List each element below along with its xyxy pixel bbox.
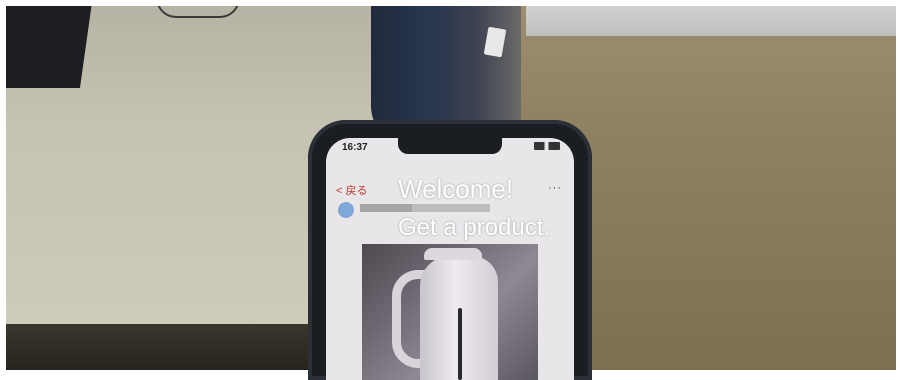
phone-notch [398, 138, 502, 154]
welcome-text: Welcome! [398, 174, 514, 204]
product-photo [362, 244, 538, 380]
back-wall [526, 6, 896, 36]
avatar [338, 202, 354, 218]
kettle-water-gauge [458, 308, 462, 380]
ar-overlay: Welcome! Get a product. [398, 173, 550, 243]
keyboard [6, 6, 93, 88]
status-time: 16:37 [342, 142, 368, 153]
smartphone: 16:37 < 戻る ··· [308, 120, 592, 380]
kettle-lid [424, 248, 482, 260]
more-icon[interactable]: ··· [548, 182, 562, 194]
prompt-text: Get a product. [398, 214, 551, 241]
status-icons [534, 142, 560, 150]
cable [156, 6, 240, 18]
back-link[interactable]: < 戻る [336, 182, 367, 198]
